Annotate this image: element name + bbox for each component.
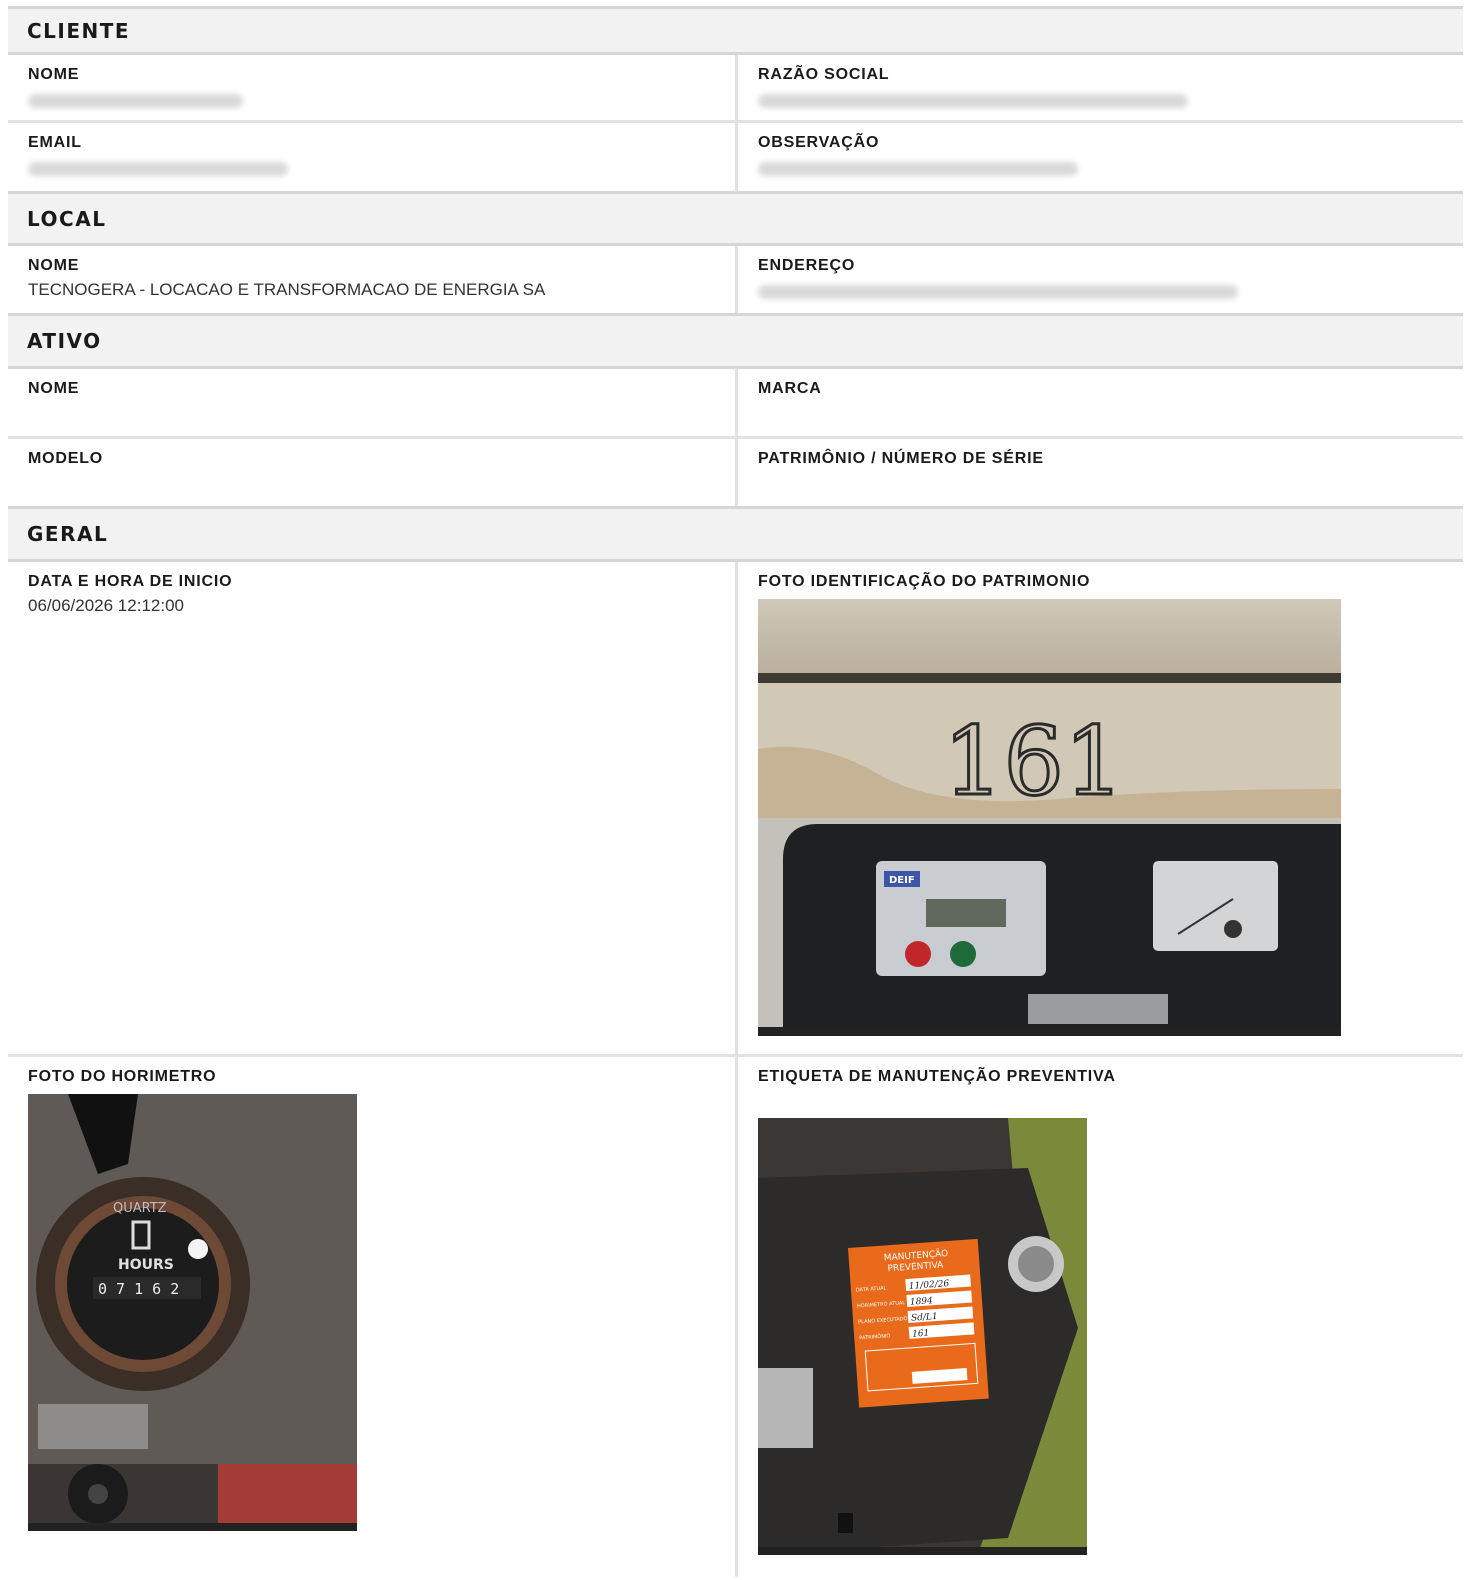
local-endereco-cell: ENDEREÇO xyxy=(738,246,1463,313)
ativo-row-1: NOME MARCA xyxy=(8,369,1463,439)
ativo-modelo-label: MODELO xyxy=(28,450,104,467)
cliente-razao-label: RAZÃO SOCIAL xyxy=(758,66,890,83)
local-endereco-redacted xyxy=(758,285,1238,299)
geral-foto-patrimonio-cell: FOTO IDENTIFICAÇÃO DO PATRIMONIO 161 DEI… xyxy=(738,562,1463,1054)
section-ativo-title: ATIVO xyxy=(27,329,102,353)
foto-horimetro-image: QUARTZ HOURS 0 7 1 6 2 xyxy=(28,1094,715,1531)
ativo-patrimonio-label: PATRIMÔNIO / NÚMERO DE SÉRIE xyxy=(758,450,1044,467)
report-sheet: CLIENTE NOME RAZÃO SOCIAL EMAIL OBSERVAÇ… xyxy=(8,6,1463,1577)
ativo-marca-label: MARCA xyxy=(758,380,822,397)
ativo-patrimonio-cell: PATRIMÔNIO / NÚMERO DE SÉRIE xyxy=(738,439,1463,506)
cliente-row-2: EMAIL OBSERVAÇÃO xyxy=(8,123,1463,191)
cliente-obs-cell: OBSERVAÇÃO xyxy=(738,123,1463,191)
cliente-obs-label: OBSERVAÇÃO xyxy=(758,134,880,151)
panel-brand-text: DEIF xyxy=(889,875,915,886)
section-geral-title: GERAL xyxy=(27,522,109,546)
section-cliente-title: CLIENTE xyxy=(27,18,131,43)
section-local-header: LOCAL xyxy=(8,191,1463,246)
etiqueta-f2-value: 1894 xyxy=(910,1296,934,1308)
cliente-row-1: NOME RAZÃO SOCIAL xyxy=(8,55,1463,123)
foto-patrimonio-label: FOTO IDENTIFICAÇÃO DO PATRIMONIO xyxy=(758,573,1091,590)
cliente-nome-redacted xyxy=(28,94,243,108)
geral-horimetro-cell: FOTO DO HORIMETRO QUARTZ HOURS 0 7 1 6 2 xyxy=(8,1057,738,1577)
cliente-nome-label: NOME xyxy=(28,66,80,83)
ativo-nome-label: NOME xyxy=(28,380,80,397)
ativo-marca-cell: MARCA xyxy=(738,369,1463,436)
ativo-modelo-cell: MODELO xyxy=(8,439,738,506)
local-row: NOME TECNOGERA - LOCACAO E TRANSFORMACAO… xyxy=(8,246,1463,313)
etiqueta-label: ETIQUETA DE MANUTENÇÃO PREVENTIVA xyxy=(758,1068,1116,1085)
etiqueta-image: MANUTENÇÃO PREVENTIVA DATA ATUAL 11/02/2… xyxy=(758,1118,1443,1555)
patrimonio-number-text: 161 xyxy=(943,707,1124,817)
cliente-email-label: EMAIL xyxy=(28,134,82,151)
cliente-razao-redacted xyxy=(758,94,1188,108)
section-geral-header: GERAL xyxy=(8,506,1463,562)
geral-inicio-label: DATA E HORA DE INICIO xyxy=(28,573,233,590)
horimetro-unit-text: HOURS xyxy=(118,1257,174,1273)
ativo-row-2: MODELO PATRIMÔNIO / NÚMERO DE SÉRIE xyxy=(8,439,1463,506)
etiqueta-f4-value: 161 xyxy=(912,1329,930,1340)
ativo-nome-cell: NOME xyxy=(8,369,738,436)
cliente-obs-redacted xyxy=(758,162,1078,176)
foto-patrimonio-image: 161 DEIF xyxy=(758,599,1443,1036)
geral-row-2: FOTO DO HORIMETRO QUARTZ HOURS 0 7 1 6 2 xyxy=(8,1057,1463,1577)
section-ativo-header: ATIVO xyxy=(8,313,1463,369)
etiqueta-f3-value: Sd/L1 xyxy=(911,1312,938,1324)
local-nome-cell: NOME TECNOGERA - LOCACAO E TRANSFORMACAO… xyxy=(8,246,738,313)
local-nome-value: TECNOGERA - LOCACAO E TRANSFORMACAO DE E… xyxy=(28,280,546,299)
geral-row-1: DATA E HORA DE INICIO 06/06/2026 12:12:0… xyxy=(8,562,1463,1057)
section-local-title: LOCAL xyxy=(27,206,107,231)
horimetro-brand-text: QUARTZ xyxy=(113,1201,167,1216)
geral-etiqueta-cell: ETIQUETA DE MANUTENÇÃO PREVENTIVA MANUTE… xyxy=(738,1057,1463,1577)
local-endereco-label: ENDEREÇO xyxy=(758,257,856,274)
section-cliente-header: CLIENTE xyxy=(8,6,1463,55)
cliente-nome-cell: NOME xyxy=(8,55,738,120)
foto-horimetro-label: FOTO DO HORIMETRO xyxy=(28,1068,217,1085)
geral-inicio-cell: DATA E HORA DE INICIO 06/06/2026 12:12:0… xyxy=(8,562,738,1054)
local-nome-label: NOME xyxy=(28,257,80,274)
cliente-email-redacted xyxy=(28,162,288,176)
geral-inicio-value: 06/06/2026 12:12:00 xyxy=(28,596,184,615)
horimetro-reading-text: 0 7 1 6 2 xyxy=(98,1280,179,1298)
cliente-email-cell: EMAIL xyxy=(8,123,738,191)
cliente-razao-cell: RAZÃO SOCIAL xyxy=(738,55,1463,120)
